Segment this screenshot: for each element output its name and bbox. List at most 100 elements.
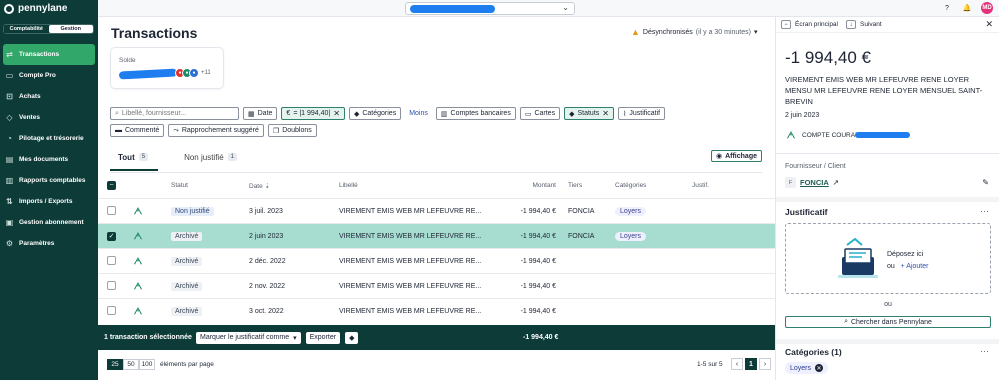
bank-transaction-icon: ᗅ [786, 129, 796, 140]
table-row[interactable]: ᗅ Non justifié 3 juil. 2023 VIREMENT EMI… [98, 198, 775, 223]
segment-gestion[interactable]: Gestion [48, 25, 93, 33]
duplicates-filter[interactable]: ❐ Doublons [267, 124, 317, 137]
column-header-tiers[interactable]: Tiers [562, 182, 615, 189]
commented-filter[interactable]: ▬ Commenté [110, 124, 165, 137]
bank-accounts-filter[interactable]: ▥ Comptes bancaires [435, 107, 516, 120]
commented-filter-label: Commenté [125, 127, 160, 134]
export-button[interactable]: Exporter [305, 331, 341, 344]
down-key-icon[interactable]: ↓ [846, 20, 856, 29]
statuts-filter[interactable]: ◆ Statuts ✕ [564, 107, 614, 120]
sidebar-item-abonnement[interactable]: ▣ Gestion abonnement [0, 212, 98, 233]
page-number[interactable]: 1 [745, 358, 757, 370]
sync-status[interactable]: ▲ Désynchronisés (il y a 30 minutes) ▾ [631, 27, 758, 37]
pagination: 25 50 100 éléments par page 1-5 sur 5 ‹ … [98, 353, 775, 375]
previous-page-icon[interactable]: ‹ [731, 358, 743, 370]
logo[interactable]: pennylane [0, 0, 98, 17]
add-file-link[interactable]: + Ajouter [901, 263, 929, 270]
remove-category-icon[interactable]: ✕ [815, 364, 824, 372]
column-header-libelle[interactable]: Libellé [339, 182, 494, 189]
column-header-statut[interactable]: Statut [171, 182, 249, 189]
sidebar-item-imports[interactable]: ⇅ Imports / Exports [0, 191, 98, 212]
justificatif-filter[interactable]: ⌇ Justificatif [617, 107, 666, 120]
solde-label: Solde [119, 57, 136, 64]
close-icon[interactable]: ✕ [602, 109, 609, 118]
row-checkbox[interactable] [107, 305, 116, 315]
sidebar-item-documents[interactable]: ▤ Mes documents [0, 149, 98, 170]
transaction-amount: -1 994,40 € [785, 48, 872, 67]
external-link-icon[interactable]: ↗ [833, 178, 839, 187]
row-checkbox[interactable] [107, 280, 116, 290]
cards-filter-label: Cartes [534, 110, 556, 117]
table-row[interactable]: ✓ ᗅ Archivé 2 juin 2023 VIREMENT EMIS WE… [98, 223, 775, 248]
search-input[interactable]: ⌕ Libellé, fournisseur... [110, 107, 239, 120]
status-badge: Archivé [171, 281, 203, 291]
page-range: 1-5 sur 5 [697, 360, 723, 368]
table-row[interactable]: ᗅ Archivé 2 déc. 2022 VIREMENT EMIS WEB … [98, 248, 775, 273]
minus-key-icon[interactable]: − [781, 20, 791, 29]
more-options-icon[interactable]: ··· [980, 346, 989, 356]
table-row[interactable]: ᗅ Archivé 3 oct. 2022 VIREMENT EMIS WEB … [98, 298, 775, 323]
justificatif-filter-label: Justificatif [629, 110, 661, 117]
categories-filter-label: Catégories [362, 110, 397, 117]
page-size-50[interactable]: 50 [123, 358, 139, 370]
sidebar-item-rapports[interactable]: ▥ Rapports comptables [0, 170, 98, 191]
sidebar-item-ventes[interactable]: ◇ Ventes [0, 107, 98, 128]
date-filter[interactable]: ▦ Date [243, 107, 278, 120]
sidebar-item-label: Pilotage et trésorerie [19, 135, 84, 142]
bank-transaction-icon: ᗅ [133, 230, 143, 241]
less-filters-link[interactable]: Moins [405, 110, 432, 117]
company-selector[interactable]: ⌄ [405, 2, 575, 15]
bell-icon[interactable]: 🔔 [961, 2, 973, 14]
eye-icon: ◉ [715, 153, 723, 160]
column-header-montant[interactable]: Montant [494, 182, 562, 189]
bank-transaction-icon: ᗅ [133, 305, 143, 316]
row-checkbox[interactable]: ✓ [107, 231, 116, 241]
cards-filter[interactable]: ▭ Cartes [519, 107, 561, 120]
edit-icon[interactable]: ✎ [982, 178, 989, 187]
categories-filter[interactable]: ◆ Catégories [348, 107, 402, 120]
file-drop-zone[interactable]: Déposez ici ou + Ajouter [785, 223, 991, 294]
table-row[interactable]: ᗅ Archivé 2 nov. 2022 VIREMENT EMIS WEB … [98, 273, 775, 298]
next-page-icon[interactable]: › [759, 358, 771, 370]
help-icon[interactable]: ? [941, 2, 953, 14]
status-badge: Non justifié [171, 206, 214, 216]
more-options-icon[interactable]: ··· [980, 206, 989, 216]
column-header-categories[interactable]: Catégories [615, 182, 692, 189]
redacted-account-number [854, 132, 910, 138]
row-checkbox[interactable] [107, 205, 116, 215]
mark-justificatif-dropdown[interactable]: Marquer le justificatif comme ▾ [196, 331, 301, 344]
page-size-100[interactable]: 100 [139, 358, 155, 370]
display-options-button[interactable]: ◉ Affichage [710, 150, 762, 162]
search-pennylane-button[interactable]: ⌕ Chercher dans Pennylane [785, 316, 991, 328]
amount-filter[interactable]: € = |1 994,40| ✕ [281, 107, 345, 120]
main-screen-link[interactable]: Écran principal [795, 21, 838, 28]
sidebar-item-parametres[interactable]: ⚙ Paramètres [0, 233, 98, 254]
main-content: Transactions ▲ Désynchronisés (il y a 30… [98, 17, 775, 380]
tab-tout[interactable]: Tout 5 [110, 153, 159, 171]
solde-card[interactable]: Solde ● ● ● +11 [110, 47, 224, 89]
gear-icon: ⚙ [5, 239, 14, 248]
sidebar-item-transactions[interactable]: ⇄ Transactions [3, 44, 95, 65]
tab-non-justifie[interactable]: Non justifié 1 [174, 153, 247, 171]
close-icon[interactable]: ✕ [985, 19, 993, 30]
segment-comptabilite[interactable]: Comptabilité [4, 25, 49, 33]
close-icon[interactable]: ✕ [333, 109, 340, 118]
next-link[interactable]: Suivant [860, 21, 882, 28]
avatar[interactable]: MD [981, 2, 993, 14]
row-montant: -1 994,40 € [520, 307, 556, 315]
page-size-25[interactable]: 25 [107, 358, 123, 370]
category-chip[interactable]: Loyers ✕ [785, 362, 829, 374]
status-badge: Archivé [171, 306, 203, 316]
tag-button[interactable]: ◆ [345, 331, 359, 344]
drop-or-label: ou [887, 263, 895, 270]
sidebar-nav: ⇄ Transactions ▭ Compte Pro ⊡ Achats ◇ V… [0, 44, 98, 254]
column-header-justif[interactable]: Justif. [692, 182, 732, 189]
sidebar-item-achats[interactable]: ⊡ Achats [0, 86, 98, 107]
reconciliation-filter[interactable]: ⤳ Rapprochement suggéré [168, 124, 264, 137]
sidebar-item-compte-pro[interactable]: ▭ Compte Pro [0, 65, 98, 86]
row-checkbox[interactable] [107, 255, 116, 265]
supplier-link[interactable]: FONCIA [800, 178, 829, 187]
column-header-date[interactable]: Date ⇣ [249, 182, 339, 190]
select-all-checkbox[interactable]: − [107, 181, 116, 190]
sidebar-item-pilotage[interactable]: ◔ Pilotage et trésorerie [0, 128, 98, 149]
